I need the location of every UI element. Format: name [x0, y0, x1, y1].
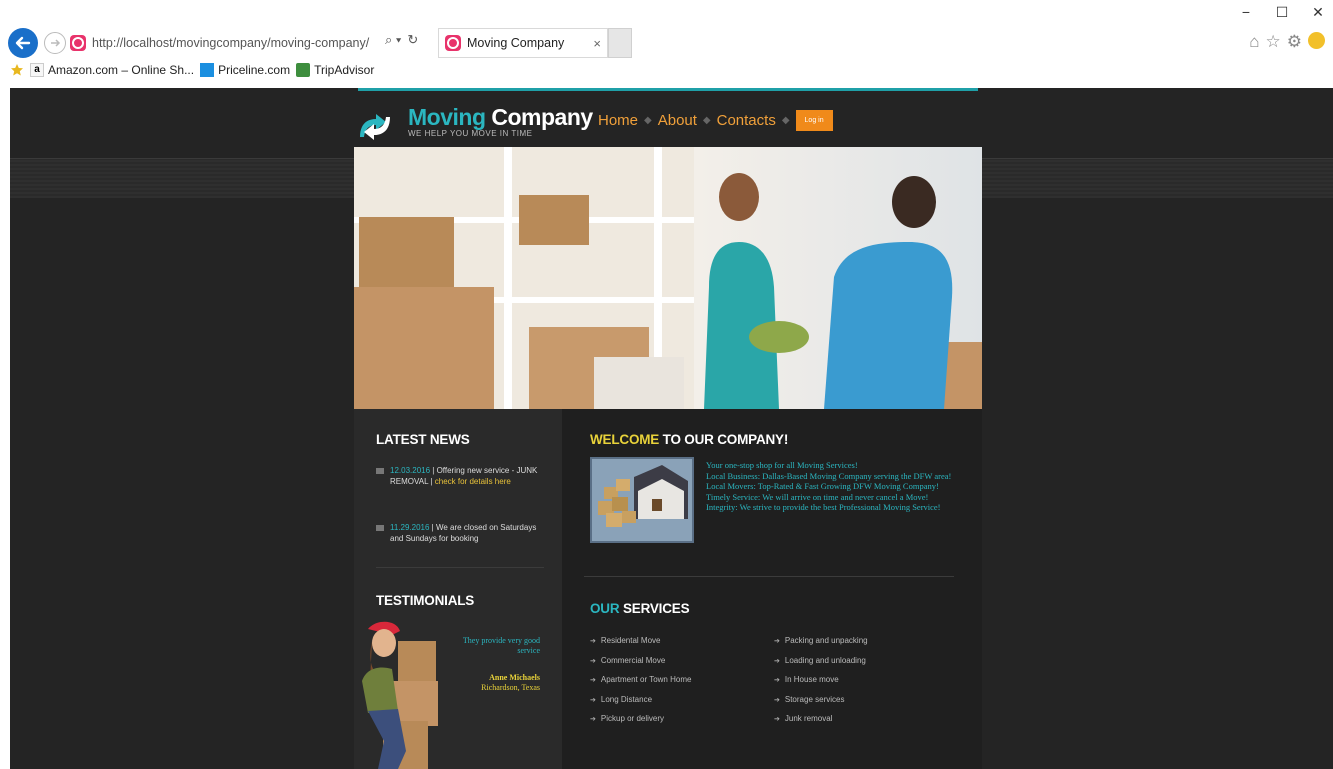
news-link[interactable]: check for details here	[435, 477, 511, 486]
refresh-icon[interactable]: ↻	[407, 32, 418, 48]
services-title-rest: SERVICES	[619, 601, 690, 616]
favorite-label: TripAdvisor	[314, 63, 375, 77]
news-date: 11.29.2016	[390, 523, 430, 532]
content-area: LATEST NEWS 12.03.2016 | Offering new se…	[354, 409, 982, 769]
tripadvisor-icon	[296, 63, 311, 77]
service-item: Commercial Move	[590, 656, 691, 676]
service-item: Pickup or delivery	[590, 714, 691, 734]
welcome-line: Local Movers: Top-Rated & Fast Growing D…	[706, 481, 939, 491]
favorites-star-icon[interactable]: ☆	[1266, 32, 1281, 52]
services-title-highlight: OUR	[590, 601, 620, 616]
menu-separator: ◆	[702, 115, 711, 126]
service-item: Loading and unloading	[774, 656, 868, 676]
divider	[584, 576, 954, 577]
login-button[interactable]: Log in	[795, 110, 833, 131]
welcome-title-highlight: WELCOME	[590, 432, 660, 447]
service-item: Junk removal	[774, 714, 868, 734]
latest-news-title: LATEST NEWS	[376, 432, 470, 447]
services-list-right: Packing and unpacking Loading and unload…	[774, 636, 868, 734]
welcome-line: Your one-stop shop for all Moving Servic…	[706, 460, 858, 470]
testimonial-location: Richardson, Texas	[481, 683, 540, 692]
hero-moving-couple-image	[354, 147, 982, 409]
favorite-tripadvisor[interactable]: TripAdvisor	[296, 63, 374, 77]
welcome-text: Your one-stop shop for all Moving Servic…	[706, 460, 958, 513]
logo-tagline: WE HELP YOU MOVE IN TIME	[408, 129, 533, 138]
favorites-bar-star-icon	[11, 64, 23, 76]
browser-chrome: − ☐ ✕ http://localhost/movingcompany/mov…	[0, 0, 1333, 88]
close-window-button[interactable]: ✕	[1311, 4, 1325, 21]
testimonial-woman-image	[362, 621, 438, 769]
favorite-label: Amazon.com – Online Sh...	[48, 63, 195, 77]
logo-arrows-icon[interactable]	[356, 111, 394, 143]
welcome-title: WELCOME TO OUR COMPANY!	[590, 432, 788, 447]
address-bar[interactable]: http://localhost/movingcompany/moving-co…	[70, 30, 415, 56]
service-item: Residental Move	[590, 636, 691, 656]
service-item: Packing and unpacking	[774, 636, 868, 656]
hero-image	[354, 147, 982, 409]
service-item: In House move	[774, 675, 868, 695]
logo-part1: Moving	[408, 104, 486, 130]
welcome-line: Integrity: We strive to provide the best…	[706, 502, 941, 512]
testimonial-quote: They provide very good service	[462, 636, 540, 655]
main-menu: Home ◆ About ◆ Contacts ◆ Log in	[598, 110, 833, 131]
amazon-icon: a	[30, 63, 44, 77]
news-item: 11.29.2016 | We are closed on Saturdays …	[376, 522, 546, 544]
service-item: Apartment or Town Home	[590, 675, 692, 695]
divider	[376, 567, 544, 568]
logo-part2: Company	[491, 104, 593, 130]
tab-favicon-icon	[445, 35, 461, 51]
new-tab-button[interactable]	[608, 28, 632, 58]
priceline-icon	[200, 63, 215, 77]
settings-gear-icon[interactable]: ⚙	[1287, 32, 1302, 52]
welcome-line: Local Business: Dallas-Based Moving Comp…	[706, 470, 952, 481]
menu-home[interactable]: Home	[598, 112, 638, 129]
favorites-bar: a Amazon.com – Online Sh... Priceline.co…	[10, 63, 374, 77]
forward-arrow-icon	[51, 39, 61, 47]
news-bullet-icon	[376, 468, 384, 474]
minimize-button[interactable]: −	[1239, 4, 1253, 21]
window-controls: − ☐ ✕	[1239, 4, 1325, 21]
welcome-title-rest: TO OUR COMPANY!	[659, 432, 789, 447]
favorite-priceline[interactable]: Priceline.com	[200, 63, 290, 77]
logo-title[interactable]: Moving Company	[408, 104, 593, 131]
favorite-label: Priceline.com	[218, 63, 291, 77]
maximize-button[interactable]: ☐	[1275, 4, 1289, 21]
service-item: Storage services	[774, 695, 868, 715]
news-date: 12.03.2016	[390, 466, 431, 475]
site-favicon-icon	[70, 35, 86, 51]
search-dropdown-icon[interactable]: ⌕ ▾	[385, 32, 401, 48]
news-bullet-icon	[376, 525, 384, 531]
service-item: Long Distance	[590, 695, 691, 715]
page-viewport: Moving Company WE HELP YOU MOVE IN TIME …	[10, 88, 1333, 769]
site-header: Moving Company WE HELP YOU MOVE IN TIME …	[354, 91, 982, 147]
testimonial-author: Anne Michaels	[489, 673, 540, 682]
testimonials-title: TESTIMONIALS	[376, 593, 475, 608]
left-sidebar: LATEST NEWS 12.03.2016 | Offering new se…	[354, 409, 562, 769]
welcome-house-boxes-image	[590, 457, 694, 543]
toolbar-icons: ⌂ ☆ ⚙	[1249, 32, 1325, 52]
menu-about[interactable]: About	[658, 112, 697, 129]
site-container: Moving Company WE HELP YOU MOVE IN TIME …	[354, 88, 982, 769]
forward-button[interactable]	[44, 32, 66, 54]
tab-close-icon[interactable]: ×	[593, 36, 601, 51]
address-tools: ⌕ ▾ ↻	[385, 32, 418, 48]
favorite-amazon[interactable]: a Amazon.com – Online Sh...	[30, 63, 194, 77]
address-url[interactable]: http://localhost/movingcompany/moving-co…	[92, 36, 369, 50]
back-arrow-icon	[15, 36, 31, 50]
home-icon[interactable]: ⌂	[1249, 32, 1259, 52]
back-button[interactable]	[8, 28, 38, 58]
menu-separator: ◆	[781, 115, 790, 126]
services-list-left: Residental Move Commercial Move Apartmen…	[590, 636, 692, 734]
menu-contacts[interactable]: Contacts	[717, 112, 776, 129]
welcome-line: Timely Service: We will arrive on time a…	[706, 491, 929, 502]
news-item: 12.03.2016 | Offering new service - JUNK…	[376, 465, 546, 487]
tab-title: Moving Company	[467, 36, 565, 50]
menu-separator: ◆	[644, 115, 652, 126]
services-title: OUR SERVICES	[590, 601, 690, 616]
browser-tab[interactable]: Moving Company ×	[438, 28, 608, 58]
feedback-smiley-icon[interactable]	[1308, 32, 1325, 49]
